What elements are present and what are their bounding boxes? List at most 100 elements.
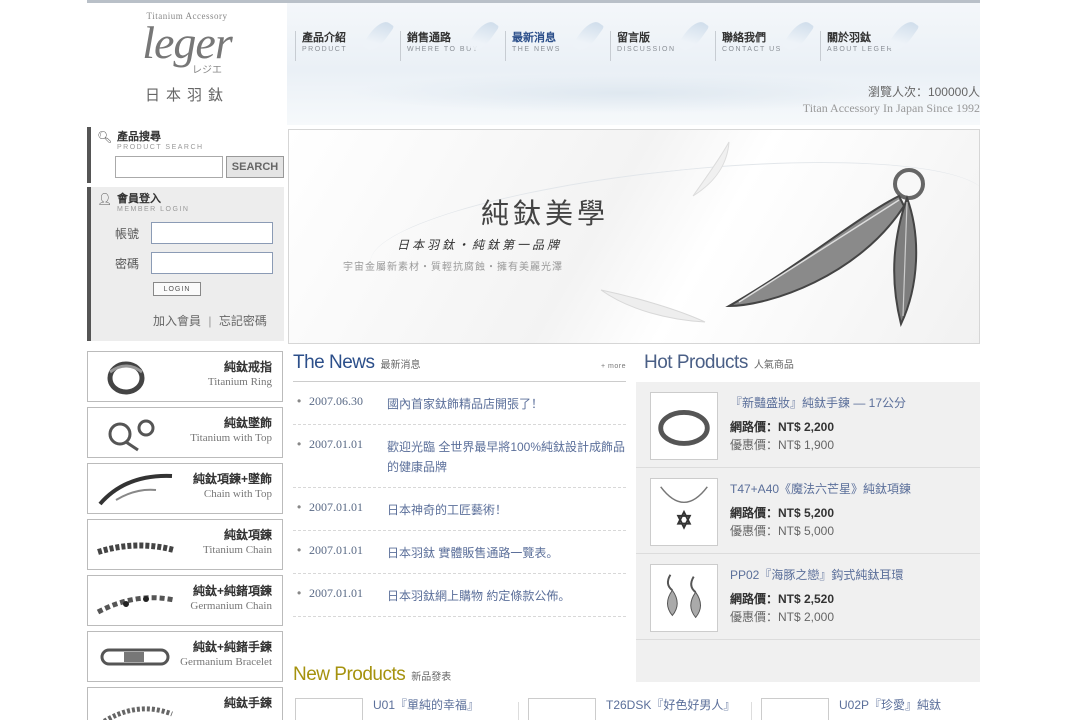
new-products-section: New Products 新品發表 <box>293 664 980 694</box>
hot-product-price: 網路價：NT$ 2,200 <box>730 420 835 434</box>
category-label: 純鈦手鍊 <box>223 696 272 710</box>
news-item[interactable]: • 2007.01.01 日本羽鈦網上購物 約定條款公佈。 <box>293 574 626 617</box>
news-item[interactable]: • 2007.01.01 日本羽鈦 實體販售通路一覽表。 <box>293 531 626 574</box>
join-member-link[interactable]: 加入會員 <box>153 314 201 328</box>
category-label: 純鈦+純鍺項鍊 <box>192 584 272 598</box>
password-label: 密碼 <box>115 256 140 271</box>
news-more-link[interactable]: + more <box>601 363 626 370</box>
ring-thumbnail <box>107 361 145 395</box>
news-text[interactable]: 日本神奇的工匠藝術！ <box>387 500 626 520</box>
news-item[interactable]: • 2007.06.30 國內首家鈦飾精品店開張了！ <box>293 382 626 425</box>
login-title-cn: 會員登入 <box>117 193 161 205</box>
bullet: • <box>297 543 302 557</box>
category-label: 純鈦項鍊+墜飾 <box>192 472 272 486</box>
logo-jp-name: 日本羽鈦 <box>144 88 229 104</box>
hero-banner[interactable]: 純鈦美學 日本羽鈦・純鈦第一品牌 宇宙金屬新素材・質輕抗腐蝕・擁有美麗光澤 <box>288 129 980 344</box>
feather-pendant-image <box>725 168 925 327</box>
product-search-box: 🔍︎ 產品搜尋 PRODUCT SEARCH SEARCH <box>87 127 284 183</box>
new-product-name[interactable]: U02P『珍愛』純鈦 <box>839 696 941 713</box>
category-item-chain[interactable]: 純鈦項鍊 Titanium Chain <box>87 519 283 570</box>
hot-product-name[interactable]: T47+A40《魔法六芒星》純鈦項鍊 <box>730 480 911 497</box>
login-title-en: MEMBER LOGIN <box>117 206 190 213</box>
hot-product-sale-price: 優惠價：NT$ 2,000 <box>730 610 835 624</box>
pendant-thumbnail <box>108 419 155 452</box>
left-column: 🔍︎ 產品搜尋 PRODUCT SEARCH SEARCH 👤︎ 會員登入 ME… <box>87 127 284 720</box>
bullet: • <box>297 394 302 408</box>
category-item-top[interactable]: 純鈦墜飾 Titanium with Top <box>87 407 283 458</box>
category-sublabel: Titanium Ring <box>207 376 272 388</box>
new-product-name[interactable]: U01『單純的幸福』 <box>373 696 479 713</box>
news-item[interactable]: • 2007.01.01 歡迎光臨 全世界最早將100%純鈦設計成飾品的健康品牌 <box>293 425 626 488</box>
category-item-ring[interactable]: 純鈦戒指 Titanium Ring <box>87 351 283 402</box>
new-product-item[interactable]: T26DSK『好色好男人』 <box>526 694 758 720</box>
login-button[interactable]: LOGIN <box>153 282 201 296</box>
news-date: 2007.01.01 <box>309 586 363 600</box>
new-title-cn: 新品發表 <box>411 672 452 683</box>
news-date: 2007.01.01 <box>309 500 363 514</box>
account-field[interactable] <box>151 222 273 244</box>
hot-product-item[interactable]: PP02『海豚之戀』鈎式純鈦耳環 網路價：NT$ 2,520 優惠價：NT$ 2… <box>636 554 980 640</box>
nav-item-product[interactable]: 產品介紹 PRODUCT <box>295 17 400 61</box>
bullet: • <box>297 437 302 451</box>
news-item[interactable]: • 2007.01.01 日本神奇的工匠藝術！ <box>293 488 626 531</box>
hot-products-header: Hot Products 人氣商品 <box>636 352 980 382</box>
category-item-germanium-bracelet[interactable]: 純鈦+純鍺手鍊 Germanium Bracelet <box>87 631 283 682</box>
nav-item-discussion[interactable]: 留言版 DISCUSSION <box>610 17 715 61</box>
necklace-image[interactable] <box>650 478 718 546</box>
news-title-cn: 最新消息 <box>380 360 421 371</box>
hot-product-sale-price: 優惠價：NT$ 5,000 <box>730 524 835 538</box>
password-field[interactable] <box>151 252 273 274</box>
brand-logo[interactable]: Titanium Accessory leger レジエ 日本羽鈦 <box>127 11 247 121</box>
news-text[interactable]: 國內首家鈦飾精品店開張了！ <box>387 394 626 414</box>
nav-sublabel: WHERE TO BUY <box>407 46 479 53</box>
search-input[interactable] <box>115 156 223 178</box>
nav-item-where-to-buy[interactable]: 銷售通路 WHERE TO BUY <box>400 17 505 61</box>
bracelet-image[interactable] <box>650 392 718 460</box>
new-product-image[interactable] <box>761 698 829 720</box>
category-item-germanium-chain[interactable]: 純鈦+純鍺項鍊 Germanium Chain <box>87 575 283 626</box>
news-text[interactable]: 日本羽鈦網上購物 約定條款公佈。 <box>387 586 626 606</box>
forgot-password-link[interactable]: 忘記密碼 <box>219 314 267 328</box>
banner-title: 純鈦美學 <box>481 199 610 230</box>
new-product-name[interactable]: T26DSK『好色好男人』 <box>606 696 735 713</box>
nav-item-contact[interactable]: 聯絡我們 CONTACT US <box>715 17 820 61</box>
account-label: 帳號 <box>115 226 140 241</box>
hot-product-item[interactable]: 『新豔盛妝』純鈦手鍊 — 17公分 網路價：NT$ 2,200 優惠價：NT$ … <box>636 382 980 468</box>
earring-image[interactable] <box>650 564 718 632</box>
hot-product-item[interactable]: T47+A40《魔法六芒星》純鈦項鍊 網路價：NT$ 5,200 優惠價：NT$… <box>636 468 980 554</box>
news-text[interactable]: 歡迎光臨 全世界最早將100%純鈦設計成飾品的健康品牌 <box>387 437 626 477</box>
category-sublabel: Chain with Top <box>203 488 272 500</box>
new-product-image[interactable] <box>295 698 363 720</box>
new-product-image[interactable] <box>528 698 596 720</box>
category-label: 純鈦戒指 <box>223 360 272 374</box>
search-row: SEARCH <box>115 156 284 178</box>
hot-product-price: 網路價：NT$ 5,200 <box>730 506 835 520</box>
since-tagline: Titan Accessory In Japan Since 1992 <box>802 101 980 115</box>
logo-wordmark: leger <box>142 17 233 68</box>
chain-pendant-thumbnail <box>98 473 173 506</box>
hot-product-name[interactable]: PP02『海豚之戀』鈎式純鈦耳環 <box>730 566 903 583</box>
hot-products-section: Hot Products 人氣商品 『新豔盛妝』純鈦手鍊 — 17公分 網路價：… <box>636 352 980 682</box>
search-title-en: PRODUCT SEARCH <box>117 144 204 151</box>
category-item-bracelet[interactable]: 純鈦手鍊 <box>87 687 283 720</box>
new-product-item[interactable]: U01『單純的幸福』 <box>293 694 525 720</box>
nav-item-news[interactable]: 最新消息 THE NEWS <box>505 17 610 61</box>
nav-item-about[interactable]: 關於羽鈦 ABOUT LEGER <box>820 17 925 61</box>
feather-decoration <box>692 141 730 197</box>
magnifier-icon: 🔍︎ <box>97 130 113 144</box>
new-products-row: U01『單純的幸福』 T26DSK『好色好男人』 U02P『珍愛』純鈦 <box>293 694 980 720</box>
nav-sublabel: ABOUT LEGER <box>827 46 894 53</box>
category-sublabel: Germanium Bracelet <box>180 656 272 668</box>
germanium-bracelet-thumbnail <box>100 648 170 666</box>
new-product-item[interactable]: U02P『珍愛』純鈦 <box>759 694 980 720</box>
login-links: 加入會員 | 忘記密碼 <box>153 312 284 329</box>
hot-title-cn: 人氣商品 <box>753 360 794 371</box>
search-title: 🔍︎ 產品搜尋 PRODUCT SEARCH <box>97 131 284 152</box>
news-date: 2007.01.01 <box>309 437 363 451</box>
news-date: 2007.06.30 <box>309 394 363 408</box>
news-text[interactable]: 日本羽鈦 實體販售通路一覽表。 <box>387 543 626 563</box>
category-item-chain-with-top[interactable]: 純鈦項鍊+墜飾 Chain with Top <box>87 463 283 514</box>
search-button[interactable]: SEARCH <box>226 156 284 178</box>
hot-product-name[interactable]: 『新豔盛妝』純鈦手鍊 — 17公分 <box>730 394 906 411</box>
page: Titanium Accessory leger レジエ 日本羽鈦 產品介紹 P… <box>87 0 980 720</box>
